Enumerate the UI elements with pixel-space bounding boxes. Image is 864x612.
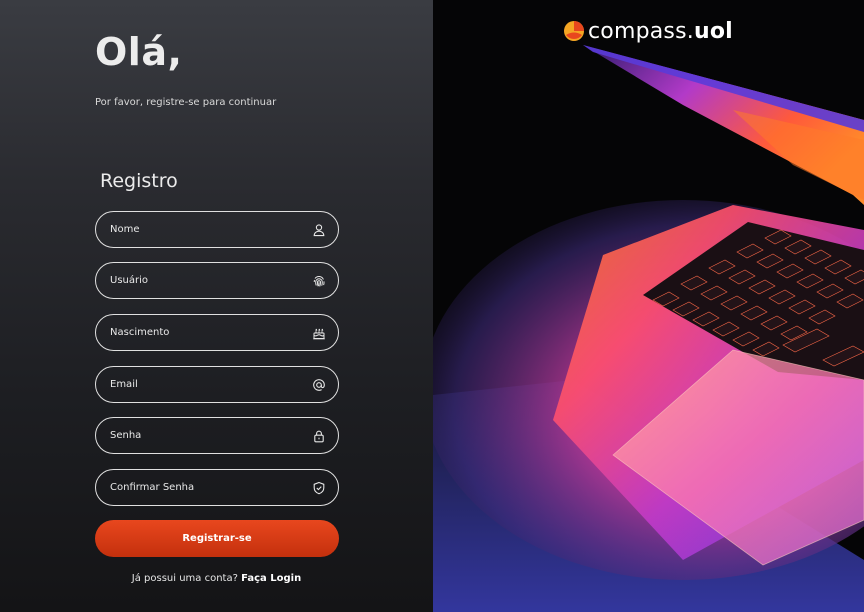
lock-icon bbox=[312, 429, 326, 443]
email-field[interactable]: Email bbox=[95, 366, 339, 403]
login-prompt-text: Já possui uma conta? bbox=[131, 573, 238, 584]
password-field[interactable]: Senha bbox=[95, 417, 339, 454]
shield-check-icon bbox=[312, 481, 326, 495]
login-link[interactable]: Faça Login bbox=[241, 573, 301, 584]
greeting-heading: Olá, bbox=[95, 30, 183, 74]
compass-logo-icon bbox=[564, 21, 584, 41]
brand-name-part2: uol bbox=[693, 18, 733, 44]
login-prompt-line: Já possui uma conta? Faça Login bbox=[0, 573, 433, 584]
email-field-label: Email bbox=[110, 379, 138, 390]
cake-icon bbox=[312, 326, 326, 340]
user-icon bbox=[312, 223, 326, 237]
confirm-password-field[interactable]: Confirmar Senha bbox=[95, 469, 339, 506]
greeting-subtitle: Por favor, registre-se para continuar bbox=[95, 97, 277, 108]
birthdate-field-label: Nascimento bbox=[110, 327, 170, 338]
username-field-label: Usuário bbox=[110, 275, 149, 286]
registration-panel: Olá, Por favor, registre-se para continu… bbox=[0, 0, 433, 612]
brand-name-part1: compass. bbox=[588, 18, 694, 44]
confirm-password-field-label: Confirmar Senha bbox=[110, 482, 195, 493]
username-field[interactable]: Usuário bbox=[95, 262, 339, 299]
hero-image bbox=[433, 0, 864, 612]
fingerprint-icon bbox=[312, 274, 326, 288]
brand-name: compass.uol bbox=[588, 19, 733, 44]
birthdate-field[interactable]: Nascimento bbox=[95, 314, 339, 351]
name-field-label: Nome bbox=[110, 224, 140, 235]
brand-logo: compass.uol bbox=[562, 17, 733, 45]
password-field-label: Senha bbox=[110, 430, 142, 441]
name-field[interactable]: Nome bbox=[95, 211, 339, 248]
register-button[interactable]: Registrar-se bbox=[95, 520, 339, 557]
at-icon bbox=[312, 378, 326, 392]
form-title: Registro bbox=[100, 170, 178, 192]
laptop-illustration bbox=[433, 0, 864, 612]
